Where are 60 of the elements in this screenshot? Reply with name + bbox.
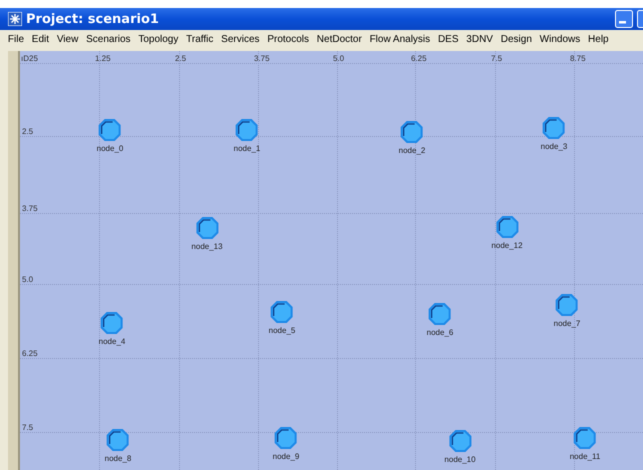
router-node-icon[interactable] [428, 302, 452, 326]
axis-label: 8.75 [570, 54, 586, 63]
router-node-icon[interactable] [274, 426, 298, 450]
axis-label: 6.25 [22, 349, 38, 358]
router-node-icon[interactable] [495, 215, 519, 239]
menu-item[interactable]: Scenarios [82, 34, 134, 45]
app-icon [8, 12, 22, 26]
router-node-icon[interactable] [573, 426, 597, 450]
axis-label: 2.5 [175, 54, 186, 63]
node-label: node_3 [540, 142, 568, 151]
menu-item[interactable]: Help [584, 34, 612, 45]
router-node-icon[interactable] [448, 429, 472, 453]
axis-label: 5.0 [333, 54, 344, 63]
node-label: node_0 [96, 144, 124, 153]
menu-item[interactable]: Windows [536, 34, 584, 45]
menu-item[interactable]: Design [496, 34, 536, 45]
menu-item[interactable]: 3DNV [462, 34, 497, 45]
router-node-icon[interactable] [400, 120, 424, 144]
menu-item[interactable]: Topology [134, 34, 182, 45]
maximize-button[interactable] [637, 10, 643, 28]
axis-label: 7.5 [491, 54, 502, 63]
router-node-icon[interactable] [100, 311, 124, 335]
axis-label: ıD25 [21, 54, 38, 63]
node-label: node_13 [191, 242, 223, 251]
node-label: node_7 [554, 319, 580, 328]
node-label: node_5 [268, 326, 296, 335]
axis-label: 7.5 [22, 423, 34, 432]
router-node-icon[interactable] [542, 116, 566, 140]
router-node-icon[interactable] [98, 118, 122, 142]
menu-item[interactable]: Flow Analysis [366, 34, 434, 45]
node-label: node_1 [234, 144, 260, 153]
node-label: node_12 [491, 241, 523, 250]
axis-label: 5.0 [22, 275, 34, 284]
menu-item[interactable]: Traffic [182, 34, 218, 45]
node-label: node_9 [272, 452, 300, 461]
menu-item[interactable]: Edit [28, 34, 53, 45]
window-title: Project: scenario1 [26, 12, 159, 26]
menu-item[interactable]: Protocols [263, 34, 313, 45]
node-label: node_4 [98, 337, 126, 346]
node-label: node_8 [104, 454, 132, 463]
router-node-icon[interactable] [195, 216, 219, 240]
router-node-icon[interactable] [270, 300, 294, 324]
router-node-icon[interactable] [106, 428, 130, 452]
node-label: node_10 [444, 455, 476, 464]
axis-label: 1.25 [95, 54, 111, 63]
node-label: node_6 [426, 328, 454, 337]
menu-item[interactable]: View [52, 34, 82, 45]
axis-label: 2.5 [22, 127, 34, 136]
axis-label: 3.75 [254, 54, 270, 63]
menu-item[interactable]: DES [434, 34, 462, 45]
node-label: node_11 [570, 452, 600, 461]
minimize-button[interactable] [615, 10, 633, 28]
router-node-icon[interactable] [555, 293, 579, 317]
menu-item[interactable]: Services [217, 34, 264, 45]
router-node-icon[interactable] [235, 118, 259, 142]
menu-item[interactable]: NetDoctor [312, 34, 366, 45]
node-label: node_2 [398, 146, 426, 155]
menu-item[interactable]: File [4, 34, 28, 45]
axis-label: 3.75 [22, 204, 38, 213]
axis-label: 6.25 [411, 54, 427, 63]
